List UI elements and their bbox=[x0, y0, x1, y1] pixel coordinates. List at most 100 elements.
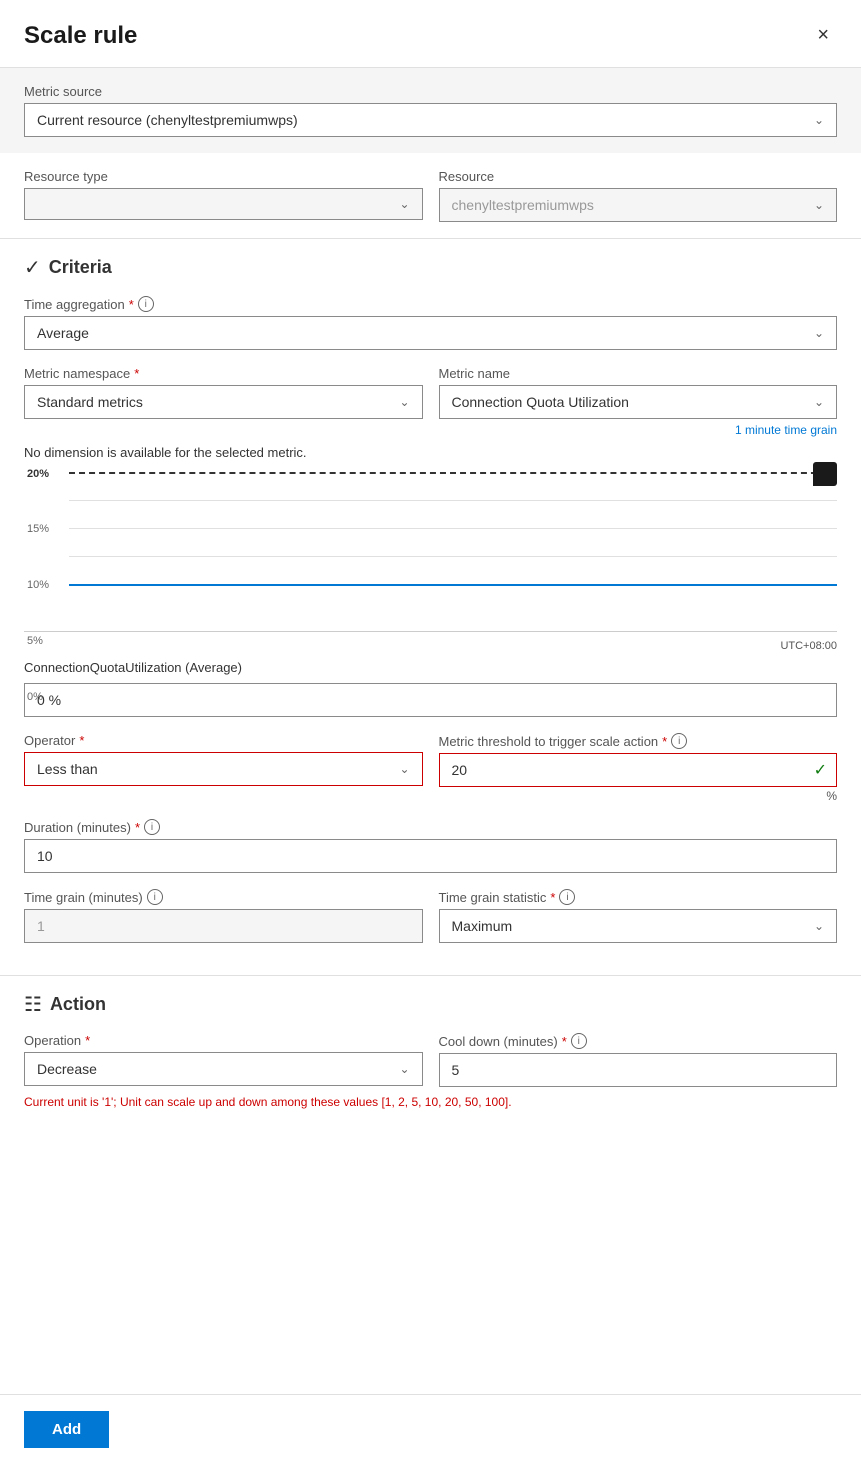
time-aggregation-info-icon[interactable]: i bbox=[138, 296, 154, 312]
metric-threshold-label: Metric threshold to trigger scale action… bbox=[439, 733, 838, 749]
criteria-icon: ✓ bbox=[24, 255, 41, 280]
duration-label: Duration (minutes) * i bbox=[24, 819, 837, 835]
chart-blob bbox=[813, 462, 837, 486]
time-grain-note: 1 minute time grain bbox=[439, 423, 838, 437]
metric-threshold-info-icon[interactable]: i bbox=[671, 733, 687, 749]
resource-label: Resource bbox=[439, 169, 838, 184]
time-aggregation-label: Time aggregation * i bbox=[24, 296, 837, 312]
threshold-check-icon: ✓ bbox=[814, 760, 827, 780]
resource-value: chenyltestpremiumwps bbox=[452, 197, 594, 213]
metric-namespace-group: Metric namespace * Standard metrics ⌄ bbox=[24, 366, 423, 419]
operator-threshold-row: Operator * Less than ⌄ Metric threshold … bbox=[24, 733, 837, 803]
metric-source-chevron-icon: ⌄ bbox=[814, 113, 824, 127]
time-grain-statistic-required: * bbox=[550, 890, 555, 905]
chart-15-label: 15% bbox=[27, 523, 49, 535]
resource-type-label: Resource type bbox=[24, 169, 423, 184]
operator-label: Operator * bbox=[24, 733, 423, 748]
chart-dashed-line: 20% bbox=[69, 472, 837, 474]
metric-name-select[interactable]: Connection Quota Utilization ⌄ bbox=[439, 385, 838, 419]
footer: Add bbox=[0, 1394, 861, 1464]
metric-namespace-label: Metric namespace * bbox=[24, 366, 423, 381]
metric-chart: 20% 15% 10% 5% 0% bbox=[24, 472, 837, 632]
time-grain-statistic-group: Time grain statistic * i Maximum ⌄ bbox=[439, 889, 838, 943]
time-aggregation-chevron-icon: ⌄ bbox=[814, 326, 824, 340]
time-grain-statistic-value: Maximum bbox=[452, 918, 513, 934]
action-icon: ☷ bbox=[24, 992, 42, 1017]
operation-required: * bbox=[85, 1033, 90, 1048]
unit-note: Current unit is '1'; Unit can scale up a… bbox=[24, 1095, 837, 1109]
threshold-input[interactable] bbox=[439, 753, 838, 787]
metric-namespace-select[interactable]: Standard metrics ⌄ bbox=[24, 385, 423, 419]
current-value-group: 0 % bbox=[24, 683, 837, 717]
action-header: ☷ Action bbox=[24, 992, 837, 1017]
metric-threshold-required: * bbox=[662, 734, 667, 749]
operation-value: Decrease bbox=[37, 1061, 97, 1077]
panel-header: Scale rule × bbox=[0, 0, 861, 68]
chart-utc: UTC+08:00 bbox=[24, 640, 837, 652]
cool-down-label: Cool down (minutes) * i bbox=[439, 1033, 838, 1049]
cool-down-group: Cool down (minutes) * i bbox=[439, 1033, 838, 1087]
time-grain-info-icon[interactable]: i bbox=[147, 889, 163, 905]
metric-namespace-row: Metric namespace * Standard metrics ⌄ Me… bbox=[24, 366, 837, 437]
metric-source-value: Current resource (chenyltestpremiumwps) bbox=[37, 112, 298, 128]
metric-namespace-chevron-icon: ⌄ bbox=[399, 395, 409, 409]
operation-select[interactable]: Decrease ⌄ bbox=[24, 1052, 423, 1086]
operator-value: Less than bbox=[37, 761, 98, 777]
action-section: ☷ Action Operation * Decrease ⌄ Cool dow… bbox=[0, 976, 861, 1125]
add-button[interactable]: Add bbox=[24, 1411, 109, 1448]
time-aggregation-value: Average bbox=[37, 325, 89, 341]
chart-10-line: 10% bbox=[69, 528, 837, 529]
criteria-header: ✓ Criteria bbox=[24, 255, 837, 280]
time-grain-statistic-info-icon[interactable]: i bbox=[559, 889, 575, 905]
no-dimension-note: No dimension is available for the select… bbox=[24, 445, 837, 460]
metric-threshold-group: Metric threshold to trigger scale action… bbox=[439, 733, 838, 803]
criteria-title: Criteria bbox=[49, 257, 112, 278]
resource-field: Resource chenyltestpremiumwps ⌄ bbox=[439, 169, 838, 222]
cool-down-input[interactable] bbox=[439, 1053, 838, 1087]
duration-required: * bbox=[135, 820, 140, 835]
chart-5-line: 5% bbox=[69, 556, 837, 557]
duration-input[interactable] bbox=[24, 839, 837, 873]
resource-chevron-icon: ⌄ bbox=[814, 198, 824, 212]
time-grain-group: Time grain (minutes) i bbox=[24, 889, 423, 943]
time-aggregation-select[interactable]: Average ⌄ bbox=[24, 316, 837, 350]
scale-rule-panel: Scale rule × Metric source Current resou… bbox=[0, 0, 861, 1464]
cool-down-info-icon[interactable]: i bbox=[571, 1033, 587, 1049]
threshold-wrapper: ✓ bbox=[439, 753, 838, 787]
time-grain-statistic-select[interactable]: Maximum ⌄ bbox=[439, 909, 838, 943]
metric-namespace-required: * bbox=[134, 366, 139, 381]
operator-required: * bbox=[79, 733, 84, 748]
cool-down-required: * bbox=[562, 1034, 567, 1049]
chart-20-label: 20% bbox=[27, 468, 49, 480]
current-value-display: 0 % bbox=[24, 683, 837, 717]
chart-0-label: 0% bbox=[27, 691, 43, 703]
time-aggregation-group: Time aggregation * i Average ⌄ bbox=[24, 296, 837, 350]
metric-source-section: Metric source Current resource (chenylte… bbox=[0, 68, 861, 153]
chart-15-line: 15% bbox=[69, 500, 837, 501]
time-grain-label: Time grain (minutes) i bbox=[24, 889, 423, 905]
operation-cooldown-row: Operation * Decrease ⌄ Cool down (minute… bbox=[24, 1033, 837, 1087]
resource-type-chevron-icon: ⌄ bbox=[399, 197, 409, 211]
time-aggregation-required: * bbox=[129, 297, 134, 312]
operation-label: Operation * bbox=[24, 1033, 423, 1048]
panel-title: Scale rule bbox=[24, 22, 137, 50]
operator-group: Operator * Less than ⌄ bbox=[24, 733, 423, 786]
time-grain-row: Time grain (minutes) i Time grain statis… bbox=[24, 889, 837, 943]
criteria-section: ✓ Criteria Time aggregation * i Average … bbox=[0, 239, 861, 975]
operation-chevron-icon: ⌄ bbox=[399, 1062, 409, 1076]
action-title: Action bbox=[50, 994, 106, 1015]
resource-type-select[interactable]: ⌄ bbox=[24, 188, 423, 220]
resource-type-field: Resource type ⌄ bbox=[24, 169, 423, 222]
duration-info-icon[interactable]: i bbox=[144, 819, 160, 835]
close-button[interactable]: × bbox=[809, 20, 837, 51]
operator-select[interactable]: Less than ⌄ bbox=[24, 752, 423, 786]
time-grain-statistic-label: Time grain statistic * i bbox=[439, 889, 838, 905]
operation-group: Operation * Decrease ⌄ bbox=[24, 1033, 423, 1087]
metric-name-chevron-icon: ⌄ bbox=[814, 395, 824, 409]
resource-select[interactable]: chenyltestpremiumwps ⌄ bbox=[439, 188, 838, 222]
time-grain-statistic-chevron-icon: ⌄ bbox=[814, 919, 824, 933]
metric-name-label: Metric name bbox=[439, 366, 838, 381]
operator-chevron-icon: ⌄ bbox=[399, 762, 409, 776]
metric-source-select[interactable]: Current resource (chenyltestpremiumwps) … bbox=[24, 103, 837, 137]
chart-metric-label: ConnectionQuotaUtilization (Average) bbox=[24, 660, 837, 675]
